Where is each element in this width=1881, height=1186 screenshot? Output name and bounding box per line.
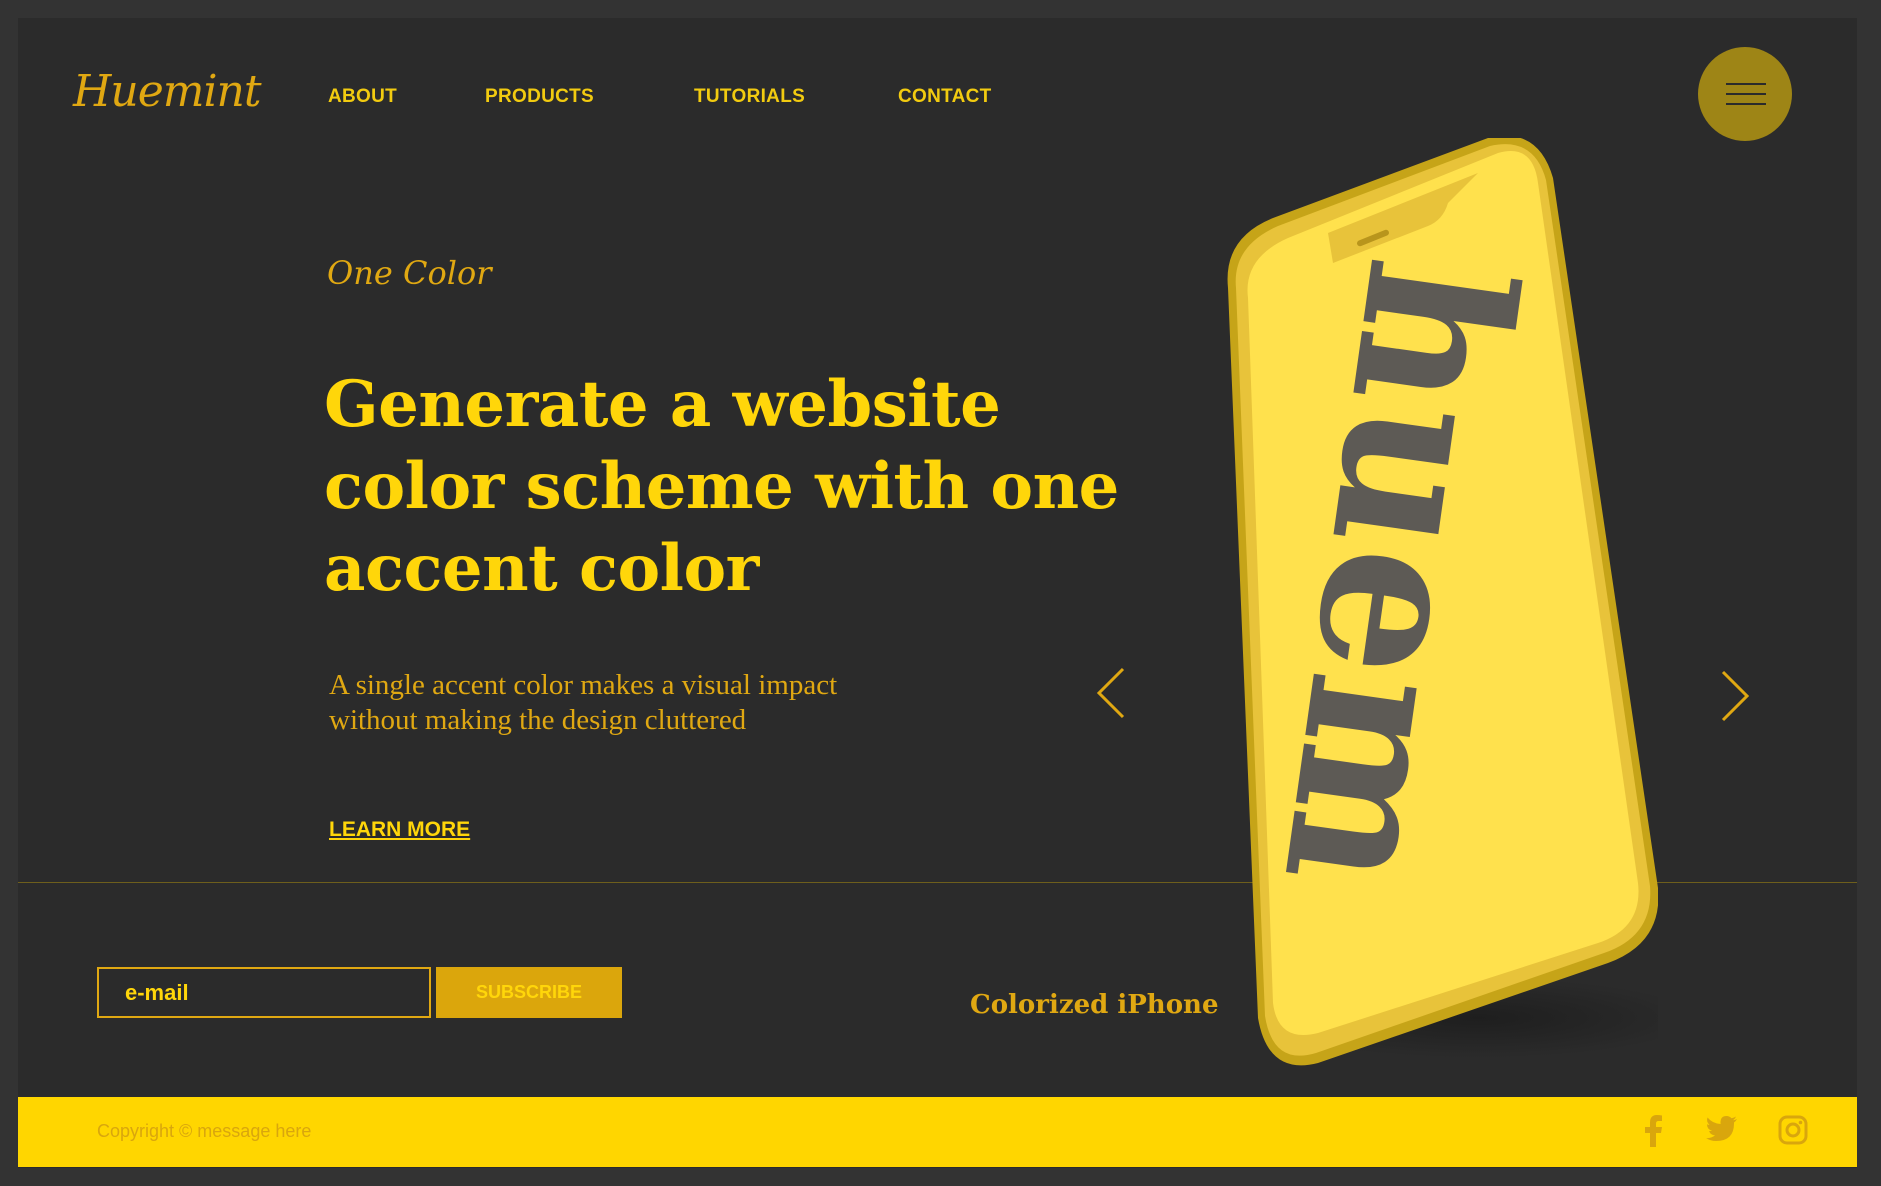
subscribe-button[interactable]: SUBSCRIBE bbox=[436, 967, 622, 1018]
menu-button[interactable] bbox=[1698, 47, 1792, 141]
page-frame: Huemint ABOUT PRODUCTS TUTORIALS CONTACT… bbox=[18, 18, 1857, 1168]
hero-headline-line: Generate a website bbox=[324, 367, 1001, 442]
hero-headline-line: accent color bbox=[324, 531, 759, 606]
nav-item-about[interactable]: ABOUT bbox=[328, 86, 397, 108]
hero-eyebrow: One Color bbox=[327, 254, 492, 292]
hamburger-icon-line bbox=[1726, 93, 1766, 95]
chevron-left-icon[interactable] bbox=[1093, 665, 1133, 721]
hero-subtitle-line: without making the design cluttered bbox=[329, 704, 747, 736]
hero-headline: Generate a website color scheme with one… bbox=[324, 364, 1144, 610]
nav-item-contact[interactable]: CONTACT bbox=[898, 86, 992, 108]
hamburger-icon bbox=[1726, 83, 1766, 85]
hamburger-icon-line bbox=[1726, 103, 1766, 105]
nav-item-products[interactable]: PRODUCTS bbox=[485, 86, 594, 108]
phone-mockup: huem bbox=[1227, 138, 1658, 1066]
nav-item-tutorials[interactable]: TUTORIALS bbox=[694, 86, 805, 108]
hero-subtitle: A single accent color makes a visual imp… bbox=[329, 668, 949, 738]
email-field[interactable] bbox=[97, 967, 431, 1018]
chevron-right-icon[interactable] bbox=[1713, 668, 1753, 724]
hero-headline-line: color scheme with one bbox=[324, 449, 1119, 524]
hero-subtitle-line: A single accent color makes a visual imp… bbox=[329, 669, 838, 701]
product-caption: Colorized iPhone bbox=[970, 990, 1219, 1020]
instagram-icon[interactable] bbox=[1778, 1115, 1808, 1145]
learn-more-link[interactable]: LEARN MORE bbox=[329, 818, 470, 842]
copyright-text: Copyright © message here bbox=[97, 1121, 312, 1141]
facebook-icon[interactable] bbox=[1640, 1115, 1666, 1147]
twitter-icon[interactable] bbox=[1706, 1115, 1738, 1145]
brand-logo[interactable]: Huemint bbox=[73, 66, 262, 117]
footer: Copyright © message here bbox=[18, 1097, 1857, 1167]
